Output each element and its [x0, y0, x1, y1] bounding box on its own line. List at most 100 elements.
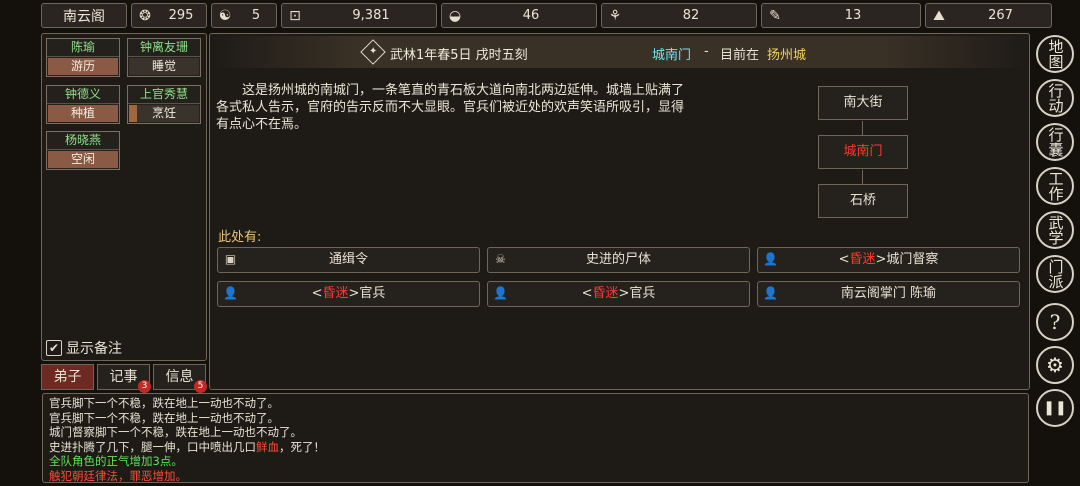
- disciple-card[interactable]: 陈瑜 游历: [46, 38, 120, 77]
- state-open: <: [838, 252, 850, 267]
- help-button[interactable]: ?: [1036, 303, 1074, 341]
- map-button[interactable]: 地图: [1036, 35, 1074, 73]
- log-line: 官兵脚下一个不稳，跌在地上一动也不动了。: [49, 410, 279, 425]
- log-line: 官兵脚下一个不稳，跌在地上一动也不动了。: [49, 396, 279, 410]
- action-button[interactable]: 行动: [1036, 79, 1074, 117]
- here-label: 此处有:: [218, 230, 262, 245]
- stat-money[interactable]: ⊡ 9,381: [281, 3, 437, 28]
- person-icon: 👤: [223, 286, 238, 300]
- sect-button[interactable]: 门派: [1036, 255, 1074, 293]
- calendar-icon: ✦: [360, 39, 386, 65]
- tab-journal[interactable]: 记事 3: [97, 364, 151, 393]
- stat-yinyang[interactable]: ☯ 5: [211, 3, 277, 28]
- log-line: 城门督察脚下一个不稳，跌在地上一动也不动了。: [49, 425, 302, 439]
- map-connector: [862, 121, 863, 135]
- entity-npc[interactable]: 👤 <昏迷>官兵: [217, 281, 480, 307]
- message-log[interactable]: 官兵脚下一个不稳，跌在地上一动也不动了。 官兵脚下一个不稳，跌在地上一动也不动了…: [42, 393, 1029, 483]
- entity-name: 官兵: [629, 286, 656, 301]
- settings-button[interactable]: ⚙: [1036, 346, 1074, 384]
- disciple-name: 上官秀慧: [128, 86, 200, 104]
- scene-header: ✦ 武林1年春5日 戌时五刻 城南门 - 目前在 扬州城: [212, 36, 1028, 68]
- skull-icon: ☠: [495, 252, 506, 266]
- stat-herb[interactable]: ⚘ 82: [601, 3, 757, 28]
- person-icon: 👤: [763, 286, 778, 300]
- ore-icon: ⛰: [933, 7, 945, 24]
- state-open: <: [581, 286, 593, 301]
- scene-description: 这是扬州城的南城门，一条笔直的青石板大道向南北两边延伸。城墙上贴满了各式私人告示…: [216, 83, 685, 132]
- header-separator: -: [704, 44, 709, 59]
- entity-name: 城门督察: [886, 252, 939, 267]
- state-open: <: [311, 286, 323, 301]
- tab-label: 记事: [109, 369, 138, 385]
- person-icon: 👤: [493, 286, 508, 300]
- stat-ore[interactable]: ⛰ 267: [925, 3, 1052, 28]
- herb-icon: ⚘: [608, 7, 622, 24]
- disciple-status: 种植: [48, 105, 118, 122]
- tab-disciples[interactable]: 弟子: [41, 364, 94, 390]
- tab-messages[interactable]: 信息 5: [153, 364, 207, 393]
- stat-value: 13: [844, 8, 862, 23]
- work-button[interactable]: 工作: [1036, 167, 1074, 205]
- roster-panel: [41, 33, 207, 361]
- state-unconscious: 昏迷: [322, 286, 349, 301]
- city-name: 扬州城: [767, 48, 807, 63]
- location-name: 城南门: [652, 48, 692, 63]
- log-line: 史进扑腾了几下，腿一伸，口中喷出几口鲜血，死了！: [49, 440, 1022, 455]
- log-text: 史进扑腾了几下，腿一伸，口中喷出几口: [49, 439, 256, 454]
- stat-value: 9,381: [352, 8, 390, 23]
- disciple-card[interactable]: 钟离友珊 睡觉: [127, 38, 201, 77]
- log-line: 触犯朝廷律法，罪恶增加。: [49, 468, 187, 483]
- person-icon: 👤: [763, 252, 778, 266]
- inventory-button[interactable]: 行囊: [1036, 123, 1074, 161]
- copper-coin-icon: ⊡: [289, 7, 301, 24]
- show-notes-label: 显示备注: [66, 341, 122, 357]
- state-unconscious: 昏迷: [592, 286, 619, 301]
- game-date: 武林1年春5日 戌时五刻: [390, 48, 528, 63]
- map-node-north[interactable]: 南大街: [818, 86, 908, 120]
- show-notes-toggle[interactable]: ✔ 显示备注: [46, 338, 122, 358]
- disciple-name: 钟离友珊: [128, 39, 200, 57]
- disciple-status: 睡觉: [129, 58, 199, 75]
- entity-npc[interactable]: 👤 南云阁掌门 陈瑜: [757, 281, 1020, 307]
- stat-scroll[interactable]: ✎ 13: [761, 3, 921, 28]
- tab-label: 信息: [165, 369, 194, 385]
- side-label: 门派: [1046, 259, 1065, 289]
- yin-yang-icon: ☯: [218, 7, 232, 24]
- side-label: 武学: [1046, 215, 1065, 245]
- disciple-card[interactable]: 杨晓燕 空闲: [46, 131, 120, 170]
- disciple-status: 游历: [48, 58, 118, 75]
- entity-corpse[interactable]: ☠ 史进的尸体: [487, 247, 750, 273]
- entity-npc[interactable]: 👤 <昏迷>城门督察: [757, 247, 1020, 273]
- stat-value: 295: [168, 8, 194, 23]
- disciple-card[interactable]: 上官秀慧 烹饪: [127, 85, 201, 124]
- coin-bag-icon: ❂: [139, 7, 151, 24]
- stat-value: 46: [522, 8, 540, 23]
- scroll-icon: ✎: [769, 7, 781, 24]
- disciple-card[interactable]: 钟德义 种植: [46, 85, 120, 124]
- log-highlight: 鲜血: [256, 439, 279, 454]
- side-label: 地图: [1046, 39, 1065, 69]
- checkbox-checked-icon: ✔: [46, 340, 62, 356]
- gear-icon: ⚙: [1046, 352, 1064, 377]
- map-node-label: 石桥: [849, 193, 876, 208]
- stat-value: 5: [251, 8, 261, 23]
- sect-name-box[interactable]: 南云阁: [41, 3, 127, 28]
- current-prefix: 目前在: [720, 48, 760, 63]
- map-node-south[interactable]: 石桥: [818, 184, 908, 218]
- pause-button[interactable]: ❚❚: [1036, 389, 1074, 427]
- state-close: >: [618, 286, 630, 301]
- map-node-current[interactable]: 城南门: [818, 135, 908, 169]
- stat-value: 82: [682, 8, 700, 23]
- stat-food[interactable]: ◒ 46: [441, 3, 597, 28]
- martial-arts-button[interactable]: 武学: [1036, 211, 1074, 249]
- pause-icon: ❚❚: [1043, 399, 1067, 416]
- state-close: >: [348, 286, 360, 301]
- log-line: 全队角色的正气增加3点。: [49, 454, 183, 468]
- tab-label: 弟子: [53, 369, 82, 385]
- stat-prestige[interactable]: ❂ 295: [131, 3, 207, 28]
- map-connector: [862, 170, 863, 184]
- entity-npc[interactable]: 👤 <昏迷>官兵: [487, 281, 750, 307]
- disciple-status: 空闲: [48, 151, 118, 168]
- log-text: ，死了！: [279, 439, 325, 454]
- entity-wanted-notice[interactable]: ▣ 通缉令: [217, 247, 480, 273]
